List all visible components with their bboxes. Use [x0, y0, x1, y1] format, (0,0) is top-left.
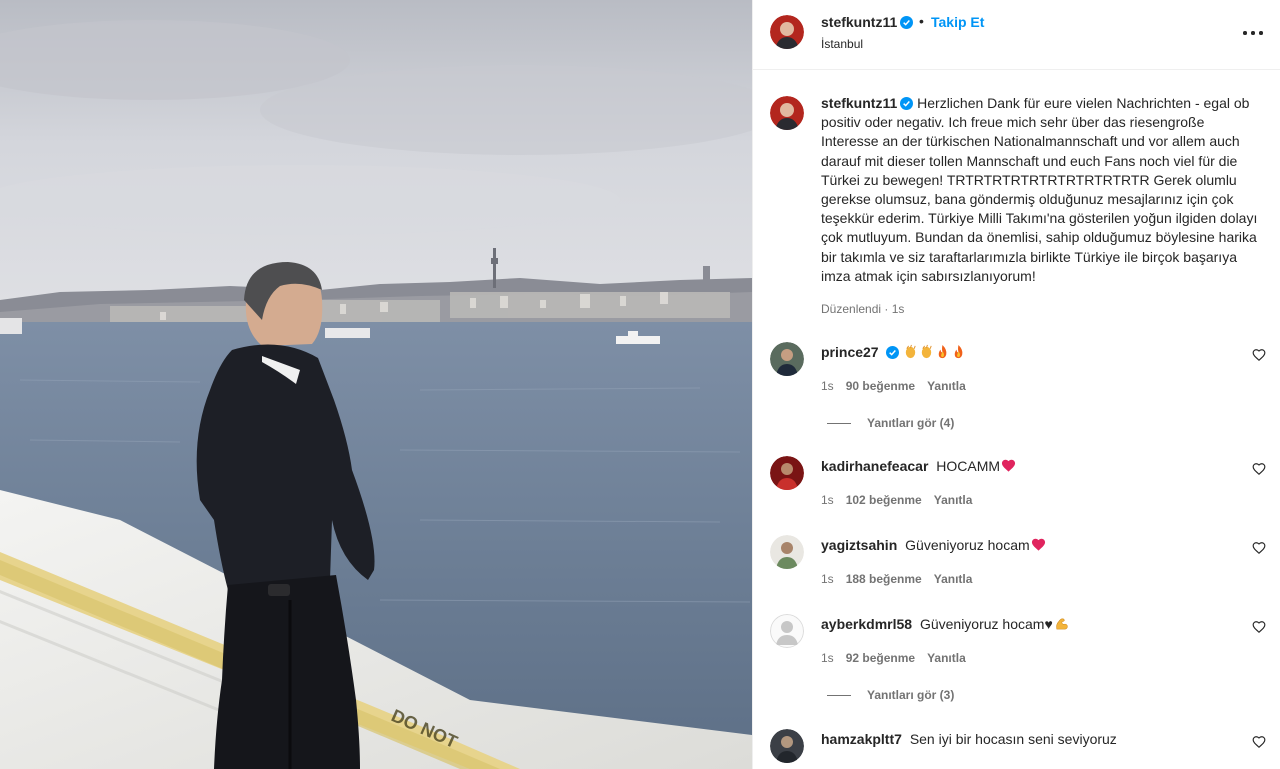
verified-badge-icon: [900, 97, 914, 110]
verified-badge-icon: [885, 346, 899, 359]
comment-item: prince27 1s 90 beğenme Yanıtla: [770, 342, 1270, 412]
post-dialog: DO NOT stefkuntz11 • Takip Et İstanbul s…: [0, 0, 1280, 769]
comment-item: kadirhanefeacar HOCAMM 1s 102 beğenme Yanı…: [770, 456, 1270, 526]
red-heart-emoji-icon: [1031, 538, 1045, 551]
more-options-icon[interactable]: [1241, 24, 1265, 40]
comment-text: HOCAMM: [936, 458, 1001, 474]
replies-divider: [827, 695, 851, 697]
comment-line: prince27: [821, 344, 966, 360]
red-heart-emoji-icon: [1002, 459, 1016, 472]
caption-author-avatar[interactable]: [770, 96, 804, 130]
fire-emoji-icon: [955, 344, 963, 359]
clap-emoji-icon: [906, 344, 917, 359]
author-username-text[interactable]: stefkuntz11: [821, 14, 897, 30]
replies-divider: [827, 423, 851, 425]
reply-button[interactable]: Yanıtla: [934, 572, 973, 586]
comment-line: hamzakpltt7 Sen iyi bir hocasın seni sev…: [821, 731, 1117, 747]
comment-username[interactable]: prince27: [821, 344, 879, 360]
view-replies-button[interactable]: Yanıtları gör (3): [827, 688, 954, 702]
reply-button[interactable]: Yanıtla: [927, 379, 966, 393]
comment-line: kadirhanefeacar HOCAMM: [821, 458, 1016, 474]
author-avatar[interactable]: [770, 15, 804, 49]
view-replies-button[interactable]: Yanıtları gör (4): [827, 416, 954, 430]
comment-meta: 1s 92 beğenme Yanıtla: [821, 651, 978, 665]
commenter-avatar[interactable]: [770, 614, 804, 648]
commenter-avatar[interactable]: [770, 535, 804, 569]
like-heart-icon[interactable]: [1252, 541, 1266, 555]
like-heart-icon[interactable]: [1252, 462, 1266, 476]
comment-likes[interactable]: 102 beğenme: [846, 493, 922, 507]
comment-text: Sen iyi bir hocasın seni seviyoruz: [909, 731, 1117, 747]
comment-time[interactable]: 1s: [821, 493, 834, 507]
comment-likes[interactable]: 90 beğenme: [846, 379, 915, 393]
comment-likes[interactable]: 188 beğenme: [846, 572, 922, 586]
location-link[interactable]: İstanbul: [821, 37, 863, 51]
caption-text-block: stefkuntz11 Herzlichen Dank für eure vie…: [821, 94, 1261, 286]
comment-likes[interactable]: 92 beğenme: [846, 651, 915, 665]
flexed-biceps-emoji-icon: [1056, 618, 1068, 630]
commenter-avatar[interactable]: [770, 729, 804, 763]
reply-button[interactable]: Yanıtla: [927, 651, 966, 665]
author-username[interactable]: stefkuntz11: [821, 14, 914, 30]
commenter-avatar[interactable]: [770, 456, 804, 490]
comments-panel: stefkuntz11 • Takip Et İstanbul stefkunt…: [752, 0, 1280, 769]
caption-body: Herzlichen Dank für eure vielen Nachrich…: [821, 95, 1258, 284]
view-replies-label[interactable]: Yanıtları gör (3): [867, 688, 954, 702]
view-replies-label[interactable]: Yanıtları gör (4): [867, 416, 954, 430]
comment-item: hamzakpltt7 Sen iyi bir hocasın seni sev…: [770, 729, 1270, 769]
comment-time[interactable]: 1s: [821, 572, 834, 586]
comment-text: Güveniyoruz hocam♥: [919, 616, 1053, 632]
like-heart-icon[interactable]: [1252, 348, 1266, 362]
comment-username[interactable]: yagiztsahin: [821, 537, 897, 553]
edited-label: Düzenlendi: [821, 302, 882, 316]
comment-line: yagiztsahin Güveniyoruz hocam: [821, 537, 1046, 553]
fire-emoji-icon: [939, 344, 947, 359]
comment-username[interactable]: ayberkdmrl58: [821, 616, 912, 632]
post-photo[interactable]: DO NOT: [0, 0, 752, 769]
commenter-avatar[interactable]: [770, 342, 804, 376]
comment-item: ayberkdmrl58 Güveniyoruz hocam♥ 1s 92 beğ…: [770, 614, 1270, 684]
comment-time[interactable]: 1s: [821, 379, 834, 393]
verified-badge-icon: [900, 16, 914, 29]
comment-username[interactable]: hamzakpltt7: [821, 731, 902, 747]
comment-time[interactable]: 1s: [821, 651, 834, 665]
post-header: stefkuntz11 • Takip Et İstanbul: [753, 0, 1280, 70]
comment-meta: 1s 90 beğenme Yanıtla: [821, 379, 978, 393]
follow-button[interactable]: Takip Et: [931, 14, 984, 30]
comment-meta: 1s 188 beğenme Yanıtla: [821, 572, 984, 586]
photo-illustration: DO NOT: [0, 0, 752, 769]
reply-button[interactable]: Yanıtla: [934, 493, 973, 507]
header-separator: •: [919, 13, 924, 29]
comment-item: yagiztsahin Güveniyoruz hocam 1s 188 beğe…: [770, 535, 1270, 605]
clap-emoji-icon: [922, 344, 933, 359]
comment-meta: 1s 102 beğenme Yanıtla: [821, 493, 984, 507]
like-heart-icon[interactable]: [1252, 735, 1266, 749]
caption-meta: Düzenlendi · 1s: [821, 302, 905, 316]
caption-time[interactable]: 1s: [892, 302, 905, 316]
comment-text: Güveniyoruz hocam: [905, 537, 1030, 553]
comment-line: ayberkdmrl58 Güveniyoruz hocam♥: [821, 616, 1069, 632]
comment-username[interactable]: kadirhanefeacar: [821, 458, 928, 474]
caption-username[interactable]: stefkuntz11: [821, 95, 897, 111]
like-heart-icon[interactable]: [1252, 620, 1266, 634]
